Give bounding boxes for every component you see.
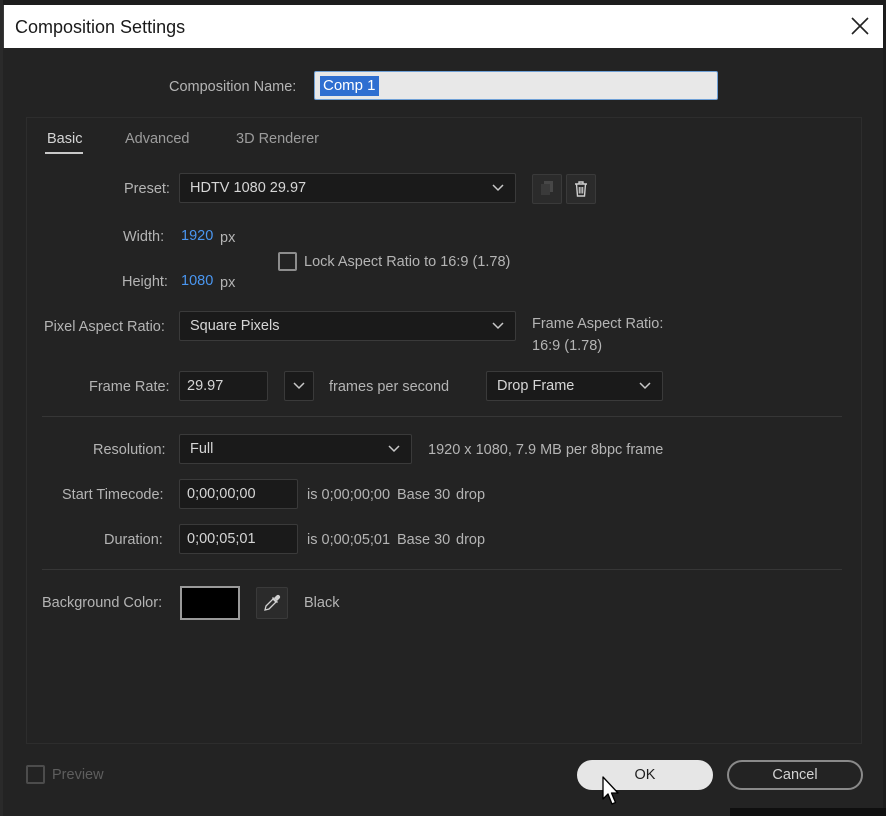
height-unit: px — [220, 275, 236, 291]
lock-aspect-checkbox[interactable] — [278, 252, 297, 271]
title-bar: Composition Settings — [3, 5, 883, 48]
resolution-dropdown[interactable]: Full — [179, 434, 412, 464]
resolution-value: Full — [190, 441, 214, 457]
width-value[interactable]: 1920 — [181, 228, 213, 244]
eyedropper-icon — [264, 594, 281, 611]
pixel-aspect-dropdown[interactable]: Square Pixels — [179, 311, 516, 341]
save-preset-button[interactable] — [532, 174, 562, 204]
tab-basic[interactable]: Basic — [47, 131, 82, 147]
mouse-cursor-icon — [602, 776, 619, 805]
pixel-aspect-label: Pixel Aspect Ratio: — [44, 319, 165, 335]
close-icon — [851, 17, 869, 35]
drop-frame-value: Drop Frame — [497, 378, 575, 394]
drop-frame-dropdown[interactable]: Drop Frame — [486, 371, 663, 401]
tab-advanced[interactable]: Advanced — [125, 131, 190, 147]
background-color-label: Background Color: — [42, 595, 163, 611]
frame-rate-label: Frame Rate: — [89, 379, 170, 395]
duration-input[interactable]: 0;00;05;01 — [179, 524, 298, 554]
frame-rate-value: 29.97 — [187, 378, 224, 394]
cancel-button[interactable]: Cancel — [727, 760, 863, 790]
frame-rate-dropdown[interactable] — [284, 371, 314, 401]
duration-value: 0;00;05;01 — [187, 531, 256, 547]
trash-icon — [575, 181, 587, 197]
delete-preset-button[interactable] — [566, 174, 596, 204]
duration-base: Base 30 — [397, 532, 451, 548]
preview-checkbox[interactable] — [26, 765, 45, 784]
background-color-name: Black — [304, 595, 340, 611]
preview-label: Preview — [52, 767, 104, 783]
height-value[interactable]: 1080 — [181, 273, 213, 289]
resolution-label: Resolution: — [93, 442, 166, 458]
tab-3d-renderer[interactable]: 3D Renderer — [236, 131, 319, 147]
start-timecode-base: Base 30 — [397, 487, 451, 503]
chevron-down-icon — [492, 322, 504, 330]
frame-aspect-value: 16:9 (1.78) — [532, 338, 603, 354]
chevron-down-icon — [639, 382, 651, 390]
settings-panel — [26, 117, 862, 744]
composition-name-label: Composition Name: — [169, 79, 297, 95]
width-unit: px — [220, 230, 236, 246]
divider — [42, 569, 842, 570]
window-title: Composition Settings — [15, 17, 186, 37]
pixel-aspect-value: Square Pixels — [190, 318, 280, 334]
background-color-swatch[interactable] — [180, 586, 240, 620]
save-preset-icon — [541, 181, 553, 195]
height-label: Height: — [122, 274, 168, 290]
width-label: Width: — [123, 229, 165, 245]
composition-name-value: Comp 1 — [320, 76, 379, 96]
start-timecode-input[interactable]: 0;00;00;00 — [179, 479, 298, 509]
duration-is: is 0;00;05;01 — [307, 532, 391, 548]
start-timecode-is: is 0;00;00;00 — [307, 487, 391, 503]
composition-name-input[interactable]: Comp 1 — [314, 71, 718, 100]
start-timecode-label: Start Timecode: — [62, 487, 164, 503]
close-button[interactable] — [847, 13, 873, 39]
tab-active-underline — [45, 152, 83, 154]
divider — [42, 416, 842, 417]
chevron-down-icon — [293, 382, 305, 390]
frame-rate-input[interactable]: 29.97 — [179, 371, 268, 401]
eyedropper-button[interactable] — [256, 587, 288, 619]
resolution-info: 1920 x 1080, 7.9 MB per 8bpc frame — [428, 442, 664, 458]
duration-label: Duration: — [104, 532, 163, 548]
start-timecode-value: 0;00;00;00 — [187, 486, 256, 502]
background-strip — [730, 808, 886, 816]
preset-dropdown[interactable]: HDTV 1080 29.97 — [179, 173, 516, 203]
preset-label: Preset: — [124, 181, 170, 197]
preset-value: HDTV 1080 29.97 — [190, 180, 307, 196]
lock-aspect-label: Lock Aspect Ratio to 16:9 (1.78) — [304, 254, 511, 270]
frame-aspect-label: Frame Aspect Ratio: — [532, 316, 664, 332]
start-timecode-drop: drop — [456, 487, 486, 503]
chevron-down-icon — [492, 184, 504, 192]
frames-per-second-label: frames per second — [329, 379, 450, 395]
chevron-down-icon — [388, 445, 400, 453]
ok-button[interactable]: OK — [577, 760, 713, 790]
duration-drop: drop — [456, 532, 486, 548]
